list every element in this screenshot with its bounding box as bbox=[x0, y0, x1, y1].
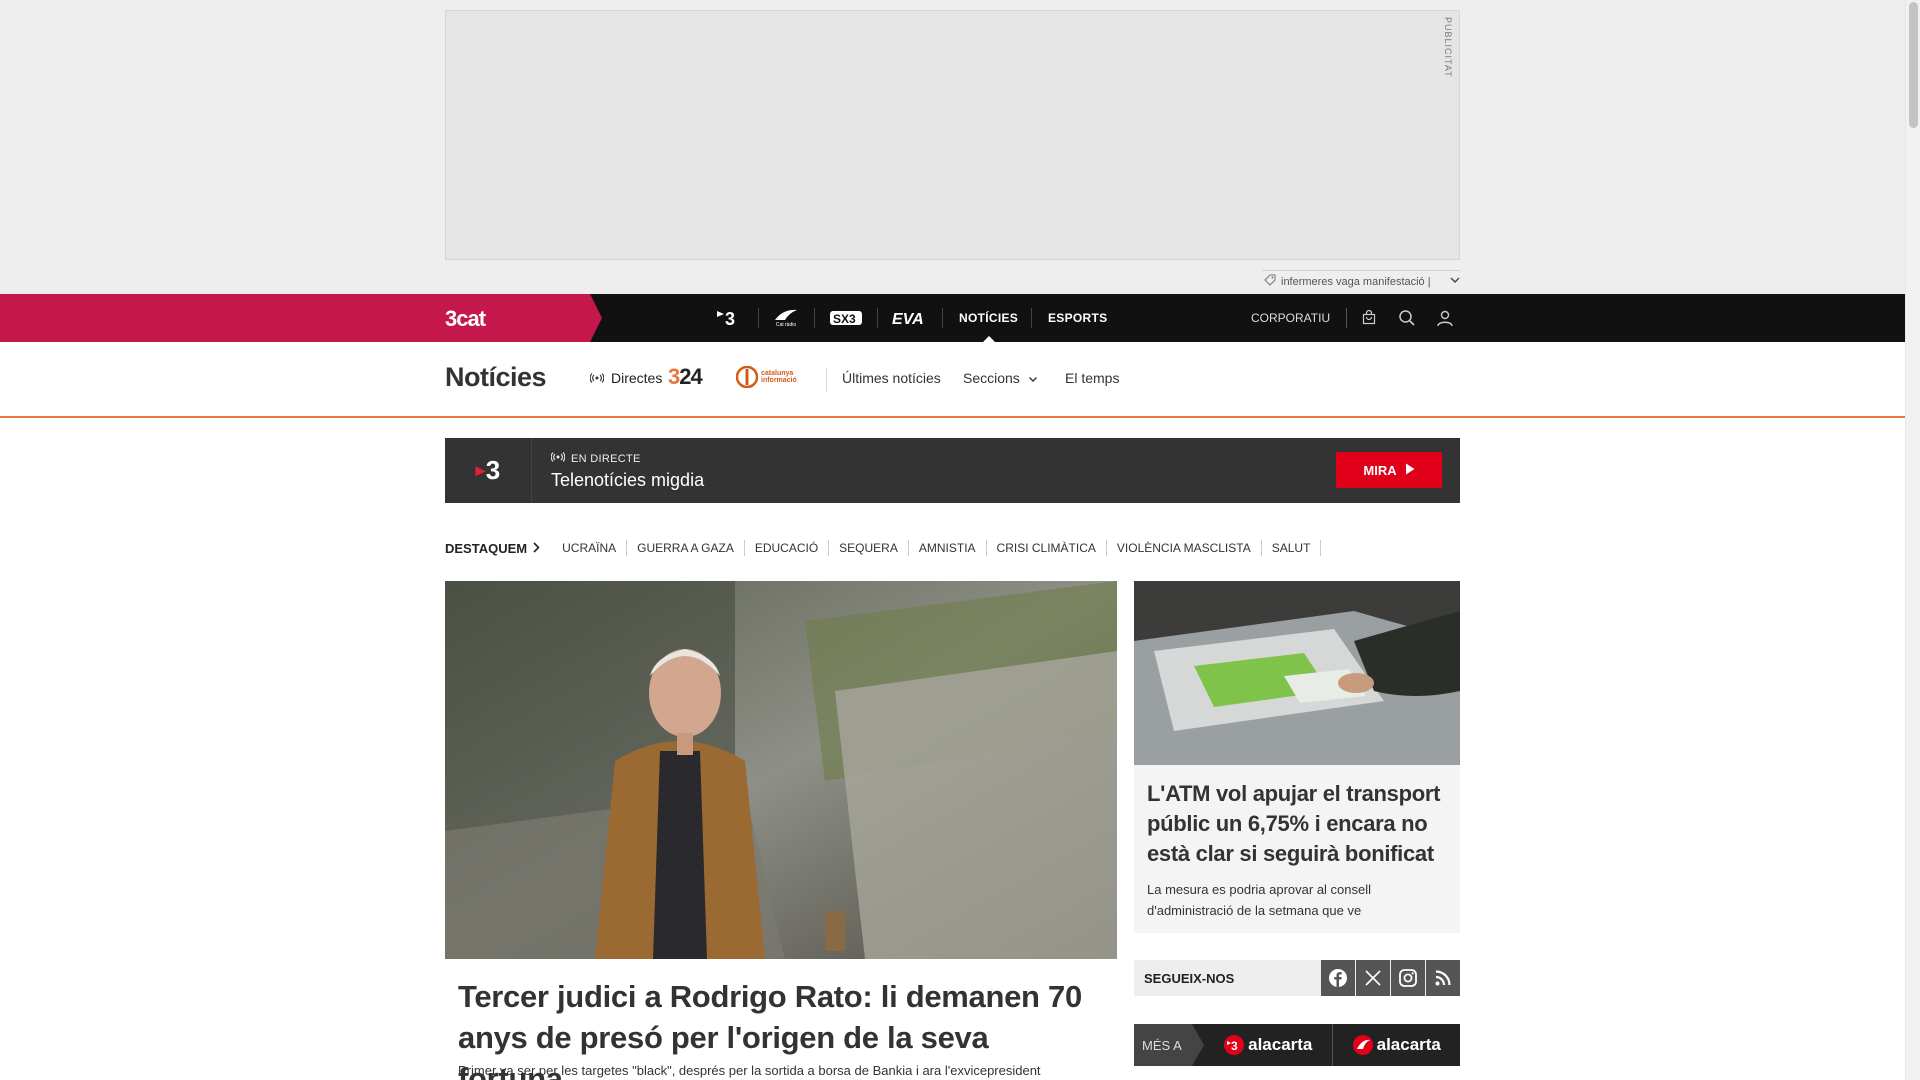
catalunya-informacio-logo[interactable]: catalunya informació bbox=[736, 366, 797, 388]
directes-link[interactable]: Directes bbox=[589, 370, 663, 386]
live-broadcast-icon bbox=[589, 370, 605, 386]
live-tag: EN DIRECTE bbox=[550, 452, 641, 465]
highlight-item[interactable]: CRISI CLIMÀTICA bbox=[987, 540, 1107, 556]
seccions-label: Seccions bbox=[963, 370, 1020, 386]
side-story-summary: La mesura es podria aprovar al consell d… bbox=[1147, 882, 1372, 918]
highlights-bar: DESTAQUEM UCRAÏNA GUERRA A GAZA EDUCACIÓ… bbox=[445, 540, 1322, 556]
live-banner[interactable]: ▸ 3 EN DIRECTE Telenotícies migdia MIRA bbox=[445, 438, 1460, 503]
side-story-image[interactable] bbox=[1134, 581, 1460, 765]
catradio-alacarta-link[interactable]: alacarta bbox=[1333, 1024, 1461, 1066]
highlight-item[interactable]: SALUT bbox=[1262, 540, 1322, 556]
rss-icon[interactable] bbox=[1426, 960, 1460, 996]
alacarta-bar: MÉS A 3 alacarta alacarta bbox=[1134, 1024, 1460, 1066]
lead-story-summary: Primer va ser per les targetes "black", … bbox=[458, 1063, 1041, 1078]
side-story-card[interactable]: L'ATM vol apujar el transport públic un … bbox=[1134, 581, 1460, 933]
svg-text:EVA: EVA bbox=[892, 311, 924, 326]
more-at-label: MÉS A bbox=[1134, 1024, 1204, 1066]
trending-text: infermeres vaga manifestació | bbox=[1281, 275, 1431, 288]
chevron-down-icon[interactable] bbox=[1450, 276, 1460, 287]
instagram-icon[interactable] bbox=[1391, 960, 1426, 996]
divider bbox=[942, 308, 943, 328]
highlight-item[interactable]: SEQUERA bbox=[829, 540, 909, 556]
highlights-label[interactable]: DESTAQUEM bbox=[445, 541, 540, 556]
tv3-channel-logo: ▸ 3 bbox=[445, 438, 532, 503]
x-icon[interactable] bbox=[1356, 960, 1391, 996]
chevron-down-icon bbox=[1028, 370, 1038, 386]
divider bbox=[758, 308, 759, 328]
user-icon[interactable] bbox=[1433, 306, 1457, 330]
highlight-item[interactable]: VIOLÈNCIA MASCLISTA bbox=[1107, 540, 1262, 556]
tv3-logo[interactable]: 3 bbox=[713, 294, 743, 342]
top-navigation: 3cat 3 Cat ràdio SX3 EVA NOTÍCIES ESPORT… bbox=[0, 294, 1905, 342]
trending-topic[interactable]: infermeres vaga manifestació | bbox=[1262, 270, 1460, 292]
divider bbox=[1031, 308, 1032, 328]
324-logo[interactable]: 332424 bbox=[668, 364, 703, 390]
live-tag-label: EN DIRECTE bbox=[571, 452, 641, 465]
search-icon[interactable] bbox=[1395, 306, 1419, 330]
catradio-logo[interactable]: Cat ràdio bbox=[770, 294, 802, 342]
3cat-logo[interactable]: 3cat bbox=[445, 306, 486, 332]
side-story-title[interactable]: L'ATM vol apujar el transport públic un … bbox=[1147, 779, 1447, 869]
divider bbox=[826, 368, 827, 392]
divider bbox=[1346, 308, 1347, 328]
el-temps-link[interactable]: El temps bbox=[1065, 370, 1119, 386]
sx3-logo[interactable]: SX3 bbox=[826, 294, 866, 342]
live-broadcast-icon bbox=[550, 452, 566, 465]
highlight-item[interactable]: UCRAÏNA bbox=[552, 540, 628, 556]
chevron-right-icon bbox=[533, 541, 540, 556]
tv3-alacarta-link[interactable]: 3 alacarta bbox=[1204, 1024, 1332, 1066]
scrollbar[interactable] bbox=[1905, 0, 1920, 1080]
nav-noticies[interactable]: NOTÍCIES bbox=[959, 294, 1018, 342]
highlight-item[interactable]: GUERRA A GAZA bbox=[627, 540, 745, 556]
ad-zone: PUBLICITAT infermeres vaga manifestació … bbox=[0, 0, 1905, 294]
page: PUBLICITAT infermeres vaga manifestació … bbox=[0, 0, 1920, 1080]
directes-label: Directes bbox=[611, 370, 663, 386]
svg-text:3: 3 bbox=[1231, 1039, 1238, 1053]
ultimes-noticies-link[interactable]: Últimes notícies bbox=[842, 370, 941, 386]
follow-us-bar: SEGUEIX-NOS bbox=[1134, 960, 1460, 996]
facebook-icon[interactable] bbox=[1321, 960, 1356, 996]
play-icon bbox=[1405, 463, 1415, 478]
lead-story-image[interactable] bbox=[445, 581, 1117, 959]
ad-banner[interactable]: PUBLICITAT bbox=[445, 10, 1460, 260]
ad-label: PUBLICITAT bbox=[1443, 17, 1453, 78]
divider bbox=[877, 308, 878, 328]
divider bbox=[814, 308, 815, 328]
svg-text:SX3: SX3 bbox=[833, 312, 856, 326]
follow-label: SEGUEIX-NOS bbox=[1144, 970, 1235, 986]
seccions-menu[interactable]: Seccions bbox=[963, 370, 1038, 386]
brand-band bbox=[0, 294, 602, 342]
shopping-bag-icon[interactable] bbox=[1357, 306, 1381, 330]
section-navigation: Notícies Directes 332424 catalunya infor… bbox=[0, 342, 1905, 418]
tag-icon bbox=[1264, 274, 1276, 289]
watch-label: MIRA bbox=[1363, 462, 1397, 478]
watch-live-button[interactable]: MIRA bbox=[1336, 452, 1442, 488]
highlight-item[interactable]: EDUCACIÓ bbox=[745, 540, 830, 556]
section-title[interactable]: Notícies bbox=[445, 362, 547, 393]
highlight-item[interactable]: AMNISTIA bbox=[909, 540, 987, 556]
live-program-title: Telenotícies migdia bbox=[551, 470, 705, 490]
scrollbar-thumb[interactable] bbox=[1909, 2, 1918, 128]
svg-text:3: 3 bbox=[725, 309, 735, 328]
nav-esports[interactable]: ESPORTS bbox=[1048, 294, 1107, 342]
corporatiu-link[interactable]: CORPORATIU bbox=[1251, 294, 1330, 342]
eva-logo[interactable]: EVA bbox=[889, 294, 929, 342]
